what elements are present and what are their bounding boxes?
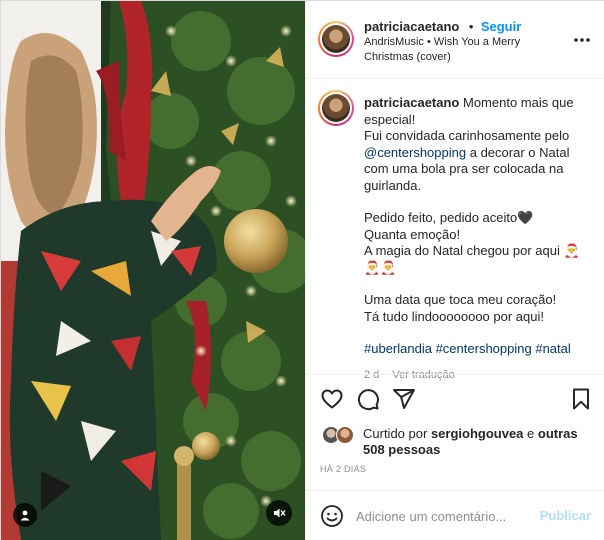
music-info[interactable]: AndrisMusic • Wish You a Merry Christmas… [364,35,564,65]
hashtag-link[interactable]: #centershopping [436,341,532,356]
post-header: patriciacaetano • Seguir AndrisMusic • W… [306,1,604,79]
emoji-icon[interactable] [320,504,344,528]
caption-line-3: Pedido feito, pedido aceito🖤 [364,210,534,225]
music-separator: • [426,36,431,48]
caption-line-4: Quanta emoção! [364,226,461,242]
share-icon[interactable] [392,387,416,411]
bookmark-icon[interactable] [569,387,593,411]
heart-icon[interactable] [320,387,344,411]
caption-line-7: Tá tudo lindoooooooo por aqui! [364,308,544,324]
hashtag-link[interactable]: #uberlandia [364,341,432,356]
caption-avatar[interactable] [318,90,354,126]
caption-line-5: A magia do Natal chegou por aqui 🎅🎅🎅 [364,243,580,275]
hashtags: #uberlandia #centershopping #natal [364,341,594,358]
liked-user[interactable]: sergiohgouvea [431,426,523,441]
post-caption: patriciacaetano Momento mais que especia… [364,95,594,383]
user-tag-icon[interactable] [13,503,37,527]
user-tag-icon-glyph [20,510,30,521]
comment-icon-glyph [357,389,379,411]
header-user-line: patriciacaetano • Seguir [364,18,521,36]
post-video[interactable] [1,1,305,540]
caption-username[interactable]: patriciacaetano [364,95,459,110]
action-bar [306,374,604,422]
liked-text: Curtido por sergiohgouvea e outras 508 p… [363,426,593,458]
bookmark-icon-glyph [573,388,589,410]
publish-button[interactable]: Publicar [540,508,591,523]
more-horizontal-icon[interactable] [573,31,591,54]
hashtag-link[interactable]: #natal [535,341,570,356]
caption-line-6: Uma data que toca meu coração! [364,292,557,307]
post-details-panel: patriciacaetano • Seguir AndrisMusic • W… [305,1,604,540]
muted-speaker-icon-glyph [274,508,286,518]
header-separator: • [468,19,474,34]
comment-bar: Publicar [306,490,604,540]
comment-input[interactable] [356,506,536,526]
music-artist: AndrisMusic [364,36,424,48]
follow-button[interactable]: Seguir [481,19,521,34]
emoji-icon-glyph [321,505,343,527]
caption-line-2a: Fui convidada carinhosamente pelo [364,128,570,143]
liked-by: Curtido por sergiohgouvea e outras 508 p… [320,422,600,462]
video-frame-illustration [1,1,305,540]
liked-middle: e [527,426,535,441]
share-icon-glyph [393,389,415,409]
more-horizontal-icon-glyph [574,38,590,42]
post-date[interactable]: HÁ 2 DIAS [320,464,366,474]
comment-icon[interactable] [356,387,380,411]
post-modal: patriciacaetano • Seguir AndrisMusic • W… [0,0,604,540]
heart-icon-glyph [321,389,343,409]
liked-prefix: Curtido por [363,426,428,441]
liker-avatar[interactable] [336,426,354,444]
avatar[interactable] [318,21,354,57]
header-username[interactable]: patriciacaetano [364,19,459,34]
muted-speaker-icon[interactable] [266,500,292,526]
mention-link[interactable]: @centershopping [364,145,466,160]
